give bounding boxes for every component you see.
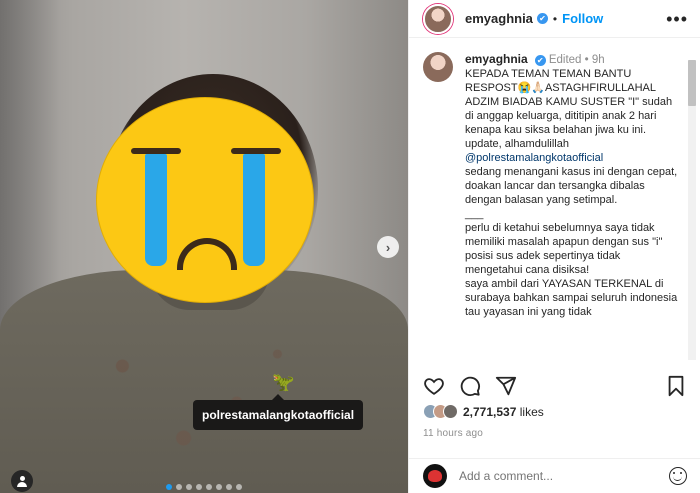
action-bar: [423, 374, 686, 398]
post-timestamp[interactable]: 11 hours ago: [423, 428, 483, 439]
caption-username[interactable]: emyaghnia: [465, 52, 528, 66]
emoji-icon[interactable]: [669, 467, 687, 485]
caption-avatar[interactable]: [423, 52, 453, 82]
likes-number: 2,771,537: [463, 404, 517, 419]
share-icon: [495, 376, 517, 396]
likes-row[interactable]: 2,771,537 likes: [423, 404, 544, 419]
author-avatar[interactable]: [423, 3, 453, 34]
like-button[interactable]: [423, 375, 445, 397]
mention-link[interactable]: @polrestamalangkotaofficial: [465, 151, 679, 165]
carousel-dot[interactable]: [206, 484, 212, 490]
chevron-right-icon: ›: [385, 239, 391, 255]
caption-line: KEPADA TEMAN TEMAN BANTU RESPOST😭🙏🏻ASTAG…: [465, 68, 673, 136]
emoji-right-tear: [243, 154, 265, 266]
author-username[interactable]: emyaghnia: [465, 11, 533, 26]
heart-icon: [424, 378, 444, 395]
carousel-dot[interactable]: [236, 484, 242, 490]
caption-text: KEPADA TEMAN TEMAN BANTU RESPOST😭🙏🏻ASTAG…: [465, 67, 679, 319]
caption-body: emyaghnia ✔ Edited • 9h KEPADA TEMAN TEM…: [465, 52, 679, 319]
liker-avatar: [443, 404, 458, 419]
carousel-dots: [0, 484, 408, 490]
save-icon: [668, 375, 684, 397]
carousel-dot[interactable]: [216, 484, 222, 490]
caption-row: emyaghnia ✔ Edited • 9h KEPADA TEMAN TEM…: [409, 46, 700, 319]
caption-line: saya ambil dari YAYASAN TERKENAL di sura…: [465, 278, 678, 318]
viewer-avatar: [423, 464, 447, 488]
comment-input[interactable]: [459, 469, 639, 483]
comment-button[interactable]: [459, 375, 481, 397]
caption-divider: ___: [465, 208, 484, 220]
post-media[interactable]: 🦖 › polrestamalangkotaofficial: [0, 0, 408, 493]
caption-meta: Edited • 9h: [548, 54, 605, 66]
carousel-dot[interactable]: [196, 484, 202, 490]
carousel-dot[interactable]: [226, 484, 232, 490]
verified-icon: ✔: [534, 54, 546, 66]
more-options-button[interactable]: •••: [666, 10, 688, 28]
comment-icon: [460, 376, 480, 396]
caption-area[interactable]: emyaghnia ✔ Edited • 9h KEPADA TEMAN TEM…: [409, 46, 700, 362]
carousel-dot[interactable]: [186, 484, 192, 490]
emoji-left-tear: [145, 154, 167, 266]
share-button[interactable]: [495, 375, 517, 397]
emoji-mouth: [177, 238, 237, 270]
caption-line: sedang menangani kasus ini dengan cepat,…: [465, 166, 678, 206]
likes-count[interactable]: 2,771,537 likes: [463, 405, 544, 419]
likes-suffix: likes: [519, 404, 544, 419]
caption-scrollbar-thumb[interactable]: [688, 60, 696, 106]
carousel-dot[interactable]: [176, 484, 182, 490]
caption-line: perlu di ketahui sebelumnya saya tidak m…: [465, 222, 663, 276]
header-separator: •: [552, 11, 558, 26]
comment-bar: [409, 458, 700, 493]
dinosaur-print-icon: 🦖: [272, 372, 295, 392]
next-slide-button[interactable]: ›: [377, 236, 399, 258]
verified-icon: ✔: [536, 13, 548, 24]
save-button[interactable]: [666, 375, 686, 397]
post-sidebar: emyaghnia ✔ • Follow ••• emyaghnia ✔ Edi…: [408, 0, 700, 493]
user-tag-label[interactable]: polrestamalangkotaofficial: [193, 394, 364, 430]
post-header: emyaghnia ✔ • Follow •••: [409, 0, 700, 38]
follow-button[interactable]: Follow: [562, 11, 603, 26]
caption-line: update, alhamdulillah: [465, 138, 569, 150]
carousel-dot[interactable]: [166, 484, 172, 490]
crying-emoji-sticker: [96, 97, 314, 303]
